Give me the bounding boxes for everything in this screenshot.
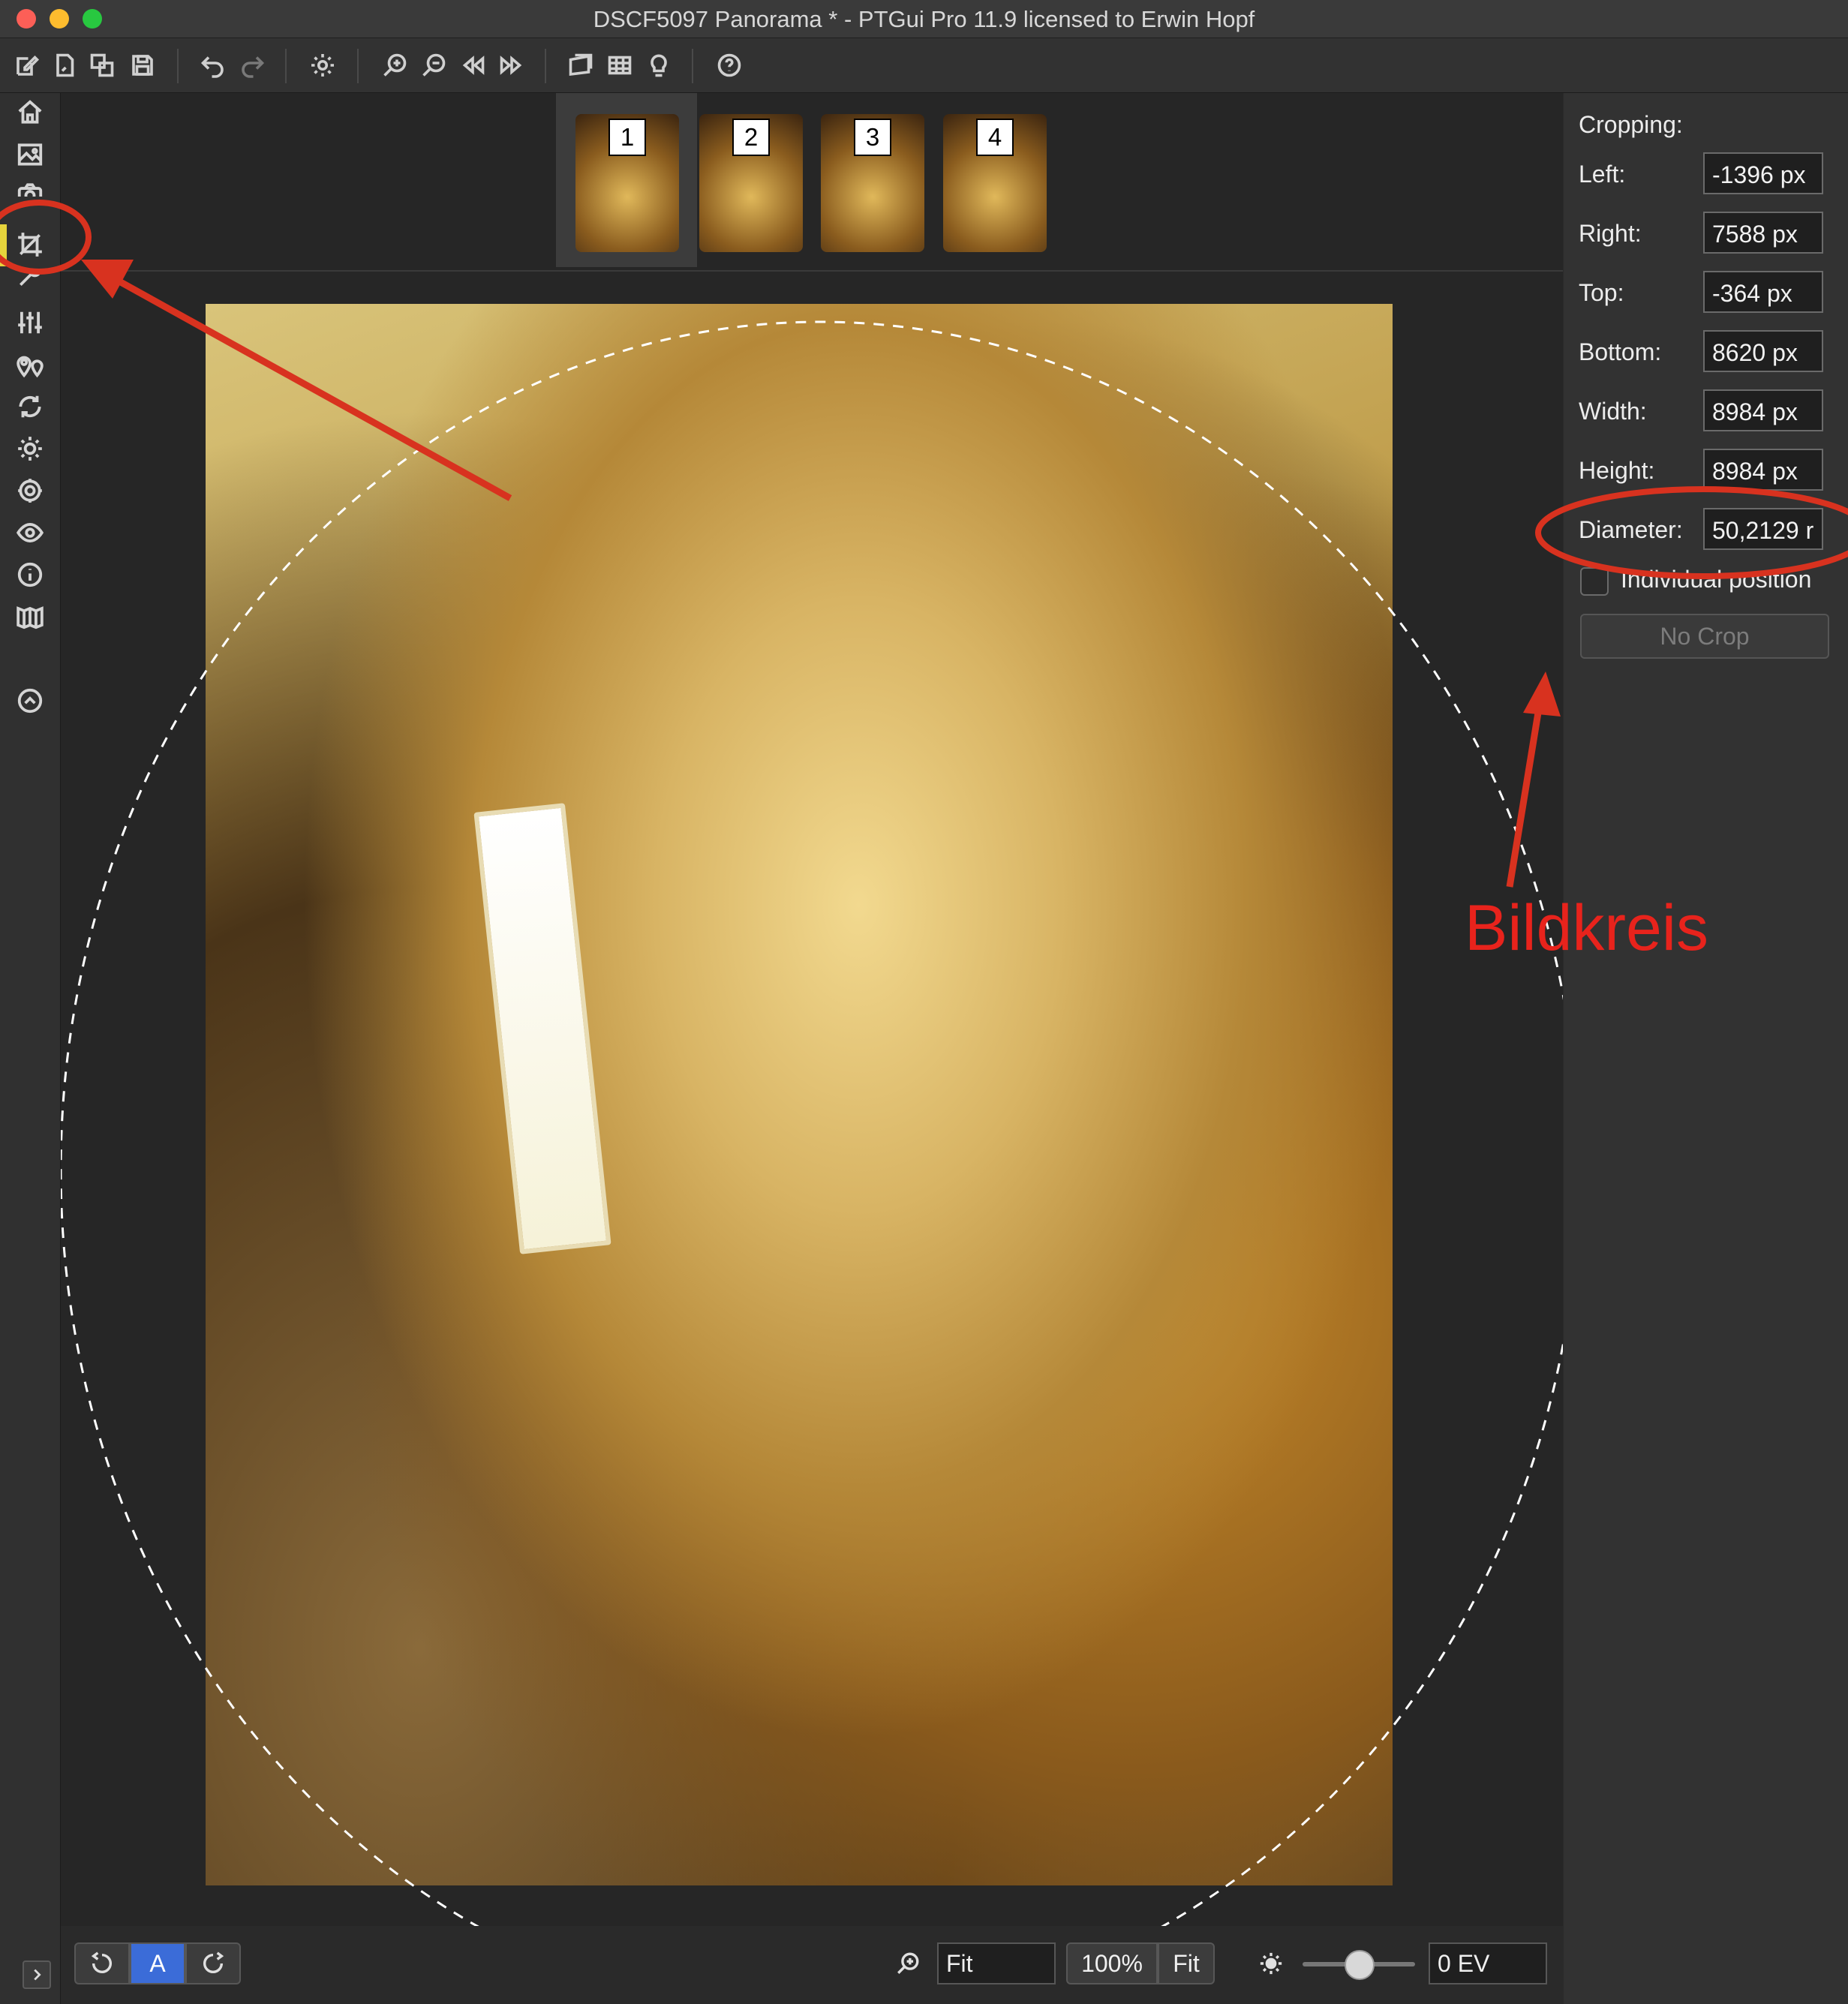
next-icon[interactable] bbox=[497, 50, 527, 80]
active-tab-indicator bbox=[0, 224, 7, 266]
no-crop-button[interactable]: No Crop bbox=[1580, 614, 1829, 659]
preview-icon[interactable] bbox=[14, 516, 47, 549]
auto-rotate-button[interactable]: A bbox=[130, 1942, 185, 1984]
diameter-field[interactable]: 50,2129 r bbox=[1703, 508, 1823, 550]
chevron-right-icon bbox=[34, 1969, 41, 1981]
adjust-icon[interactable] bbox=[14, 306, 47, 339]
diameter-label: Diameter: bbox=[1579, 516, 1683, 543]
zoom-field[interactable]: Fit bbox=[937, 1942, 1056, 1984]
create-panorama-icon[interactable] bbox=[14, 600, 47, 633]
rotate-left-button[interactable] bbox=[74, 1942, 130, 1984]
bildkreis-annotation-label: Bildkreis bbox=[1465, 892, 1708, 964]
individual-position-label: Individual position bbox=[1621, 566, 1812, 593]
right-label: Right: bbox=[1579, 220, 1642, 247]
cropping-panel: Cropping: Left: -1396 px Right: 7588 px … bbox=[1564, 93, 1848, 2004]
settings-icon[interactable] bbox=[14, 474, 47, 507]
bottom-field[interactable]: 8620 px bbox=[1703, 330, 1823, 372]
width-field[interactable]: 8984 px bbox=[1703, 389, 1823, 431]
width-label: Width: bbox=[1579, 398, 1647, 425]
exposure-icon[interactable] bbox=[14, 432, 47, 465]
rotate-right-button[interactable] bbox=[185, 1942, 241, 1984]
save-icon[interactable] bbox=[128, 50, 158, 80]
individual-position-checkbox[interactable] bbox=[1580, 567, 1609, 596]
previous-icon[interactable] bbox=[458, 50, 488, 80]
rotate-right-icon bbox=[203, 1951, 224, 1973]
duplicate-icon[interactable] bbox=[87, 50, 117, 80]
image-circle-outline[interactable] bbox=[61, 93, 1563, 1926]
settings-icon[interactable] bbox=[308, 50, 338, 80]
top-field[interactable]: -364 px bbox=[1703, 271, 1823, 313]
zoom-100-button[interactable]: 100% bbox=[1066, 1942, 1158, 1984]
collapse-up-icon[interactable] bbox=[14, 684, 47, 717]
crop-icon[interactable] bbox=[14, 228, 47, 261]
right-field[interactable]: 7588 px bbox=[1703, 212, 1823, 254]
zoom-out-icon[interactable] bbox=[419, 50, 449, 80]
toolbar bbox=[0, 38, 1848, 93]
crop-viewer[interactable]: 1 2 3 4 bbox=[61, 93, 1563, 1926]
control-points-icon[interactable] bbox=[14, 348, 47, 381]
sidebar bbox=[0, 93, 61, 2004]
height-field[interactable]: 8984 px bbox=[1703, 449, 1823, 491]
home-icon[interactable] bbox=[14, 96, 47, 129]
window-title: DSCF5097 Panorama * - PTGui Pro 11.9 lic… bbox=[593, 6, 1255, 32]
expand-sidebar-button[interactable] bbox=[23, 1960, 51, 1989]
exposure-field[interactable]: 0 EV bbox=[1429, 1942, 1547, 1984]
zoom-icon bbox=[891, 1942, 925, 1984]
cropping-heading: Cropping: bbox=[1579, 111, 1683, 138]
tips-icon[interactable] bbox=[644, 50, 674, 80]
left-field[interactable]: -1396 px bbox=[1703, 152, 1823, 194]
new-project-icon[interactable] bbox=[12, 50, 42, 80]
title-bar: DSCF5097 Panorama * - PTGui Pro 11.9 lic… bbox=[0, 0, 1848, 38]
height-label: Height: bbox=[1579, 457, 1655, 484]
zoom-in-icon[interactable] bbox=[380, 50, 410, 80]
tools-icon[interactable] bbox=[14, 270, 47, 290]
exposure-slider-knob[interactable] bbox=[1345, 1950, 1375, 1980]
info-icon[interactable] bbox=[14, 558, 47, 591]
bottom-bar: A Fit 100% Fit 0 EV bbox=[61, 1926, 1563, 2004]
redo-icon[interactable] bbox=[237, 50, 267, 80]
images-icon[interactable] bbox=[14, 138, 47, 171]
brightness-icon bbox=[1254, 1942, 1288, 1984]
undo-icon[interactable] bbox=[198, 50, 228, 80]
help-icon[interactable] bbox=[714, 50, 744, 80]
left-label: Left: bbox=[1579, 161, 1626, 188]
camera-icon[interactable] bbox=[14, 180, 47, 197]
open-icon[interactable] bbox=[50, 50, 80, 80]
top-label: Top: bbox=[1579, 279, 1624, 306]
zoom-fit-button[interactable]: Fit bbox=[1158, 1942, 1215, 1984]
rotate-left-icon bbox=[91, 1951, 112, 1973]
optimize-icon[interactable] bbox=[14, 390, 47, 423]
bottom-label: Bottom: bbox=[1579, 338, 1662, 365]
panorama-editor-icon[interactable] bbox=[566, 50, 596, 80]
grid-icon[interactable] bbox=[605, 50, 635, 80]
